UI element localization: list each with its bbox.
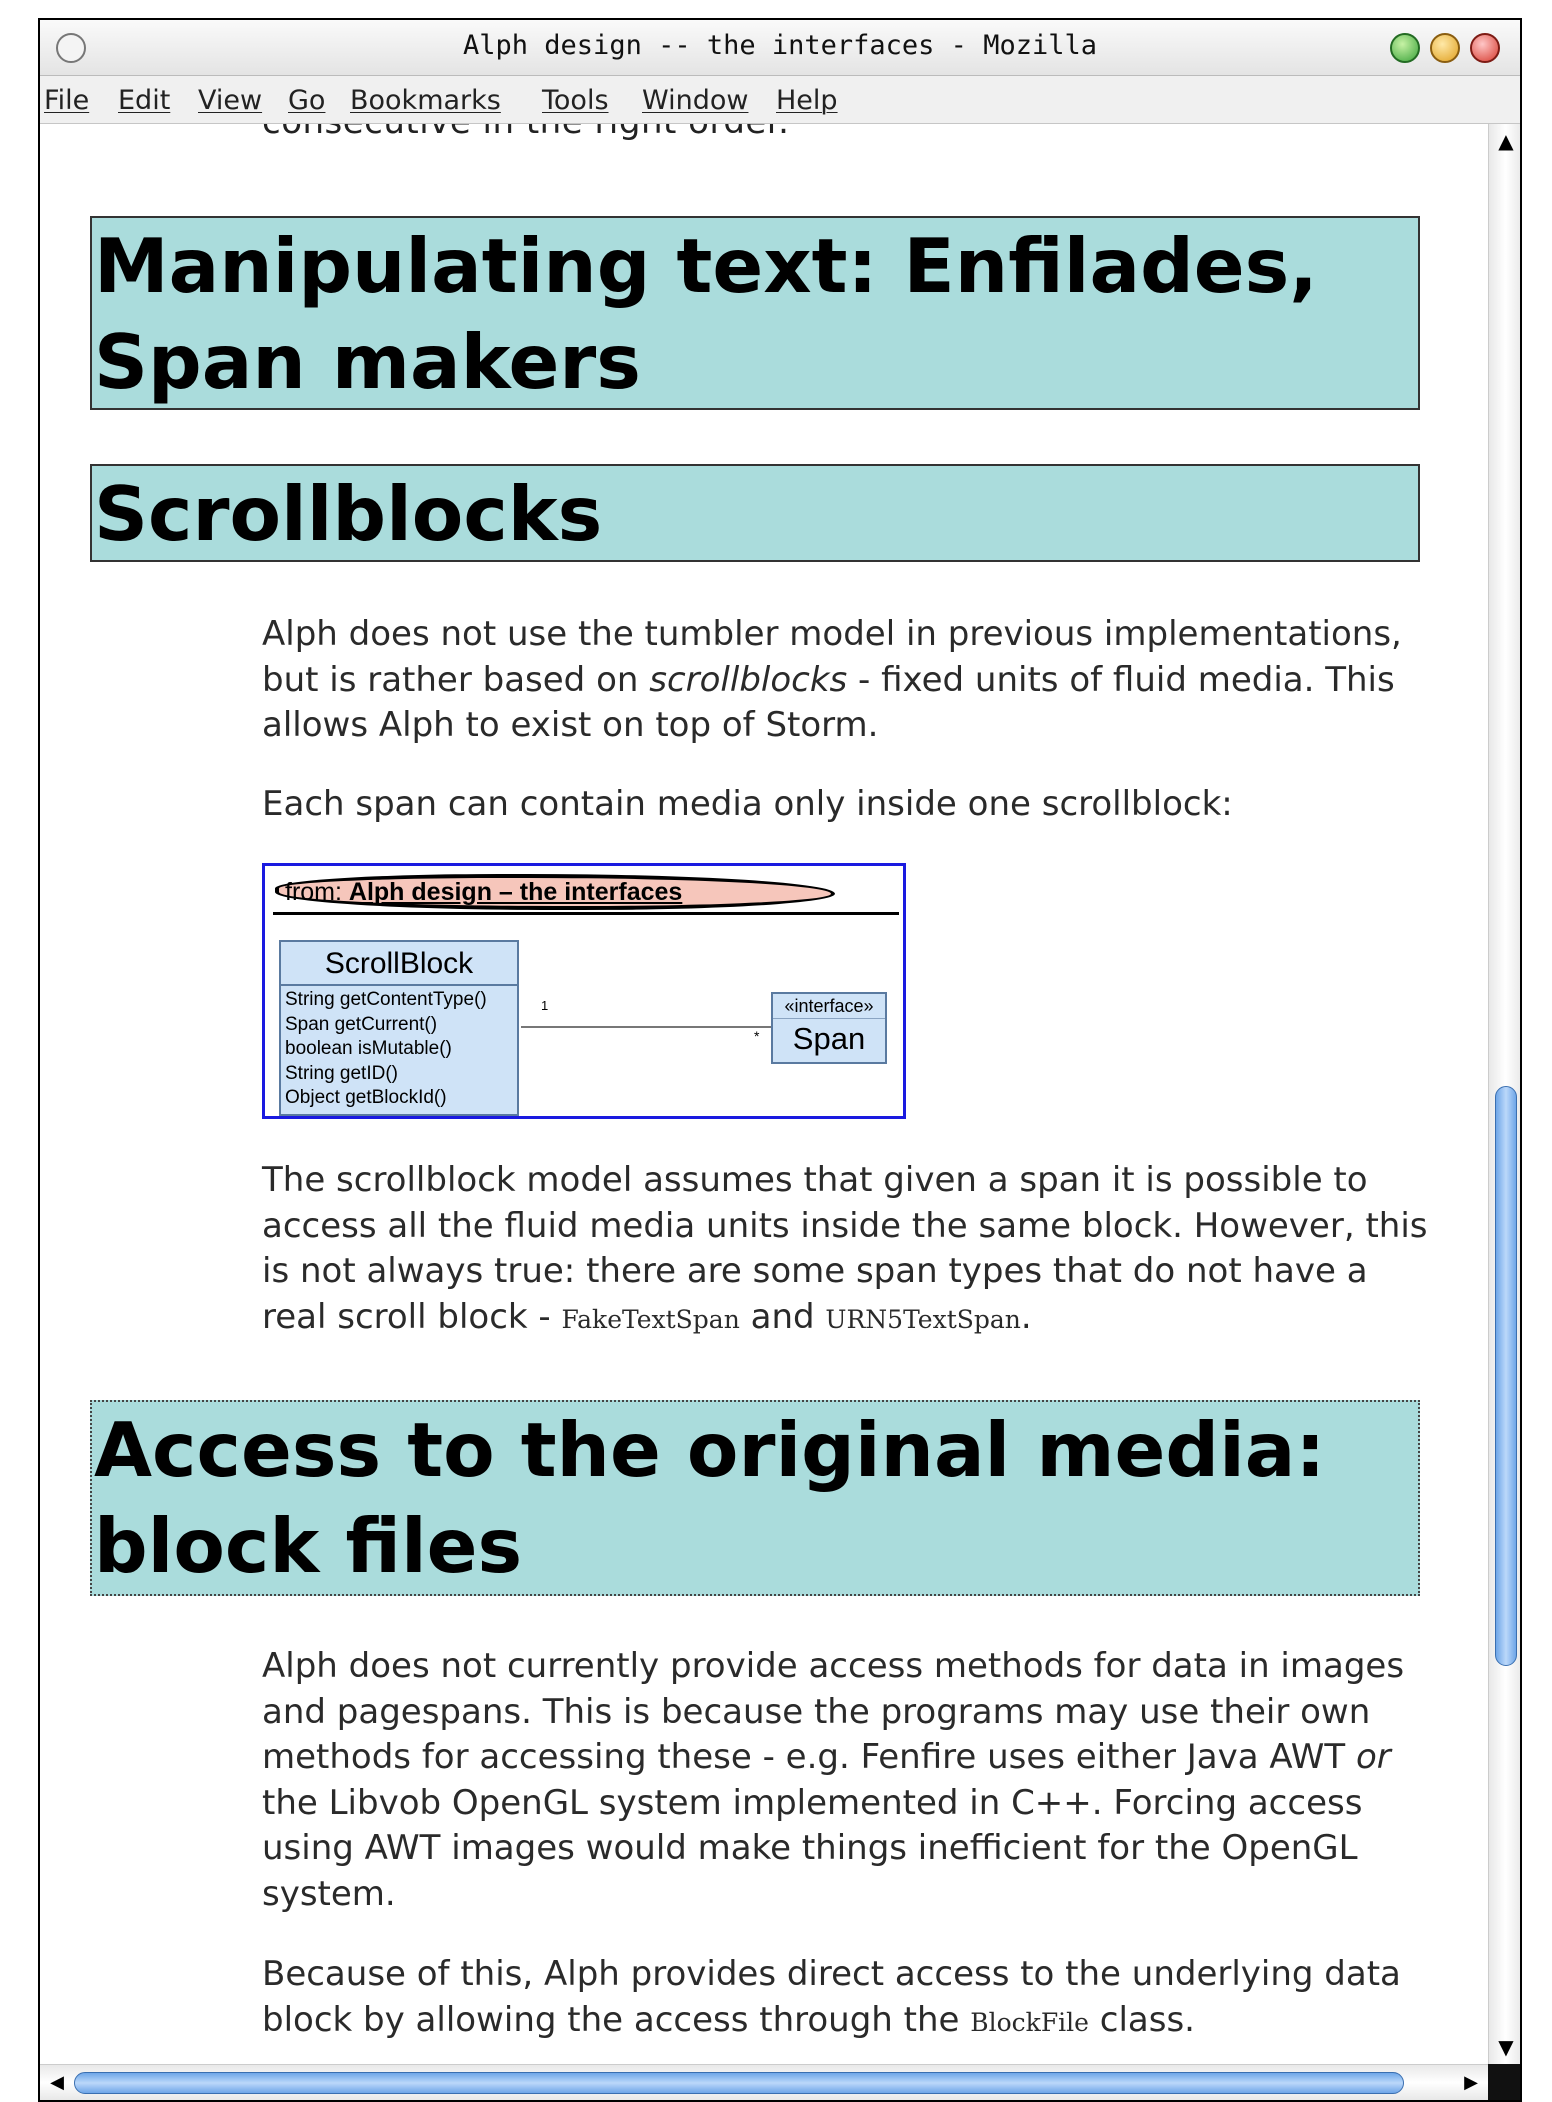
title-bar[interactable]: Alph design -- the interfaces - Mozilla xyxy=(40,20,1520,76)
emphasis-scrollblocks: scrollblocks xyxy=(649,659,848,700)
method: boolean isMutable() xyxy=(285,1038,452,1059)
diagram-source-label: from: Alph design – the interfaces xyxy=(285,878,683,906)
code-blockfile: BlockFile xyxy=(970,2007,1089,2037)
uml-diagram: from: Alph design – the interfaces Scrol… xyxy=(262,863,906,1119)
code-fake-text-span: FakeTextSpan xyxy=(561,1304,740,1334)
menu-view[interactable]: View xyxy=(198,85,262,116)
method: String getContentType() xyxy=(285,989,487,1010)
menu-go[interactable]: Go xyxy=(288,85,325,116)
horizontal-scrollbar[interactable]: ◀ ▶ xyxy=(40,2064,1488,2100)
heading-access-original-media: Access to the original media: block file… xyxy=(90,1400,1420,1596)
menu-tools[interactable]: Tools xyxy=(542,85,609,116)
zoom-button[interactable] xyxy=(1430,33,1460,63)
heading-scrollblocks: Scrollblocks xyxy=(90,464,1420,562)
menu-help[interactable]: Help xyxy=(776,85,838,116)
heading-manipulating-text: Manipulating text: Enfilades, Span maker… xyxy=(90,216,1420,410)
method: Object getBlockId() xyxy=(285,1087,447,1108)
menu-bookmarks[interactable]: Bookmarks xyxy=(350,85,501,116)
browser-window: Alph design -- the interfaces - Mozilla … xyxy=(38,18,1522,2102)
interface-span: «interface» Span xyxy=(771,992,887,1064)
class-methods: String getContentType() Span getCurrent(… xyxy=(281,986,517,1113)
method: Span getCurrent() xyxy=(285,1013,438,1035)
window-title: Alph design -- the interfaces - Mozilla xyxy=(463,30,1097,61)
scroll-up-icon[interactable]: ▲ xyxy=(1489,124,1520,158)
page-content: consecutive in the right order. Manipula… xyxy=(40,124,1488,2069)
menu-file[interactable]: File xyxy=(44,85,89,116)
menu-edit[interactable]: Edit xyxy=(118,85,170,116)
minimize-button[interactable] xyxy=(1390,33,1420,63)
vertical-scrollbar[interactable]: ▲ ▼ xyxy=(1488,124,1520,2064)
close-button[interactable] xyxy=(1470,33,1500,63)
paragraph-span-scope: Each span can contain media only inside … xyxy=(262,784,1233,824)
resize-grip[interactable] xyxy=(1488,2064,1520,2100)
association-line xyxy=(521,1026,771,1028)
paragraph-scrollblocks-intro: Alph does not use the tumbler model in p… xyxy=(262,614,1402,745)
menu-bar: File Edit View Go Bookmarks Tools Window… xyxy=(40,76,1520,124)
paragraph-scrollblock-model: The scrollblock model assumes that given… xyxy=(262,1160,1428,1337)
vertical-scroll-thumb[interactable] xyxy=(1495,1086,1517,1666)
scroll-left-icon[interactable]: ◀ xyxy=(42,2065,72,2100)
multiplicity-source: 1 xyxy=(541,998,549,1013)
paragraph-block-files: Alph does not currently provide access m… xyxy=(262,1646,1405,1914)
scroll-right-icon[interactable]: ▶ xyxy=(1456,2065,1486,2100)
interface-stereotype: «interface» xyxy=(773,994,885,1019)
cut-off-text: consecutive in the right order. xyxy=(262,124,790,142)
menu-window[interactable]: Window xyxy=(642,85,748,116)
diagram-separator xyxy=(273,912,899,915)
method: String getID() xyxy=(285,1062,398,1084)
diagram-source-link[interactable]: Alph design – the interfaces xyxy=(349,878,682,906)
class-scrollblock: ScrollBlock String getContentType() Span… xyxy=(279,940,519,1116)
emphasis-or: or xyxy=(1355,1737,1391,1777)
code-urn5-text-span: URN5TextSpan xyxy=(825,1304,1021,1334)
horizontal-scroll-thumb[interactable] xyxy=(74,2072,1404,2094)
class-name: ScrollBlock xyxy=(281,942,517,986)
diagram-header: from: Alph design – the interfaces xyxy=(275,874,865,910)
multiplicity-target: * xyxy=(754,1028,760,1044)
scroll-down-icon[interactable]: ▼ xyxy=(1489,2030,1520,2064)
paragraph-blockfile-class: Because of this, Alph provides direct ac… xyxy=(262,1954,1401,2040)
interface-name: Span xyxy=(792,1021,866,1056)
